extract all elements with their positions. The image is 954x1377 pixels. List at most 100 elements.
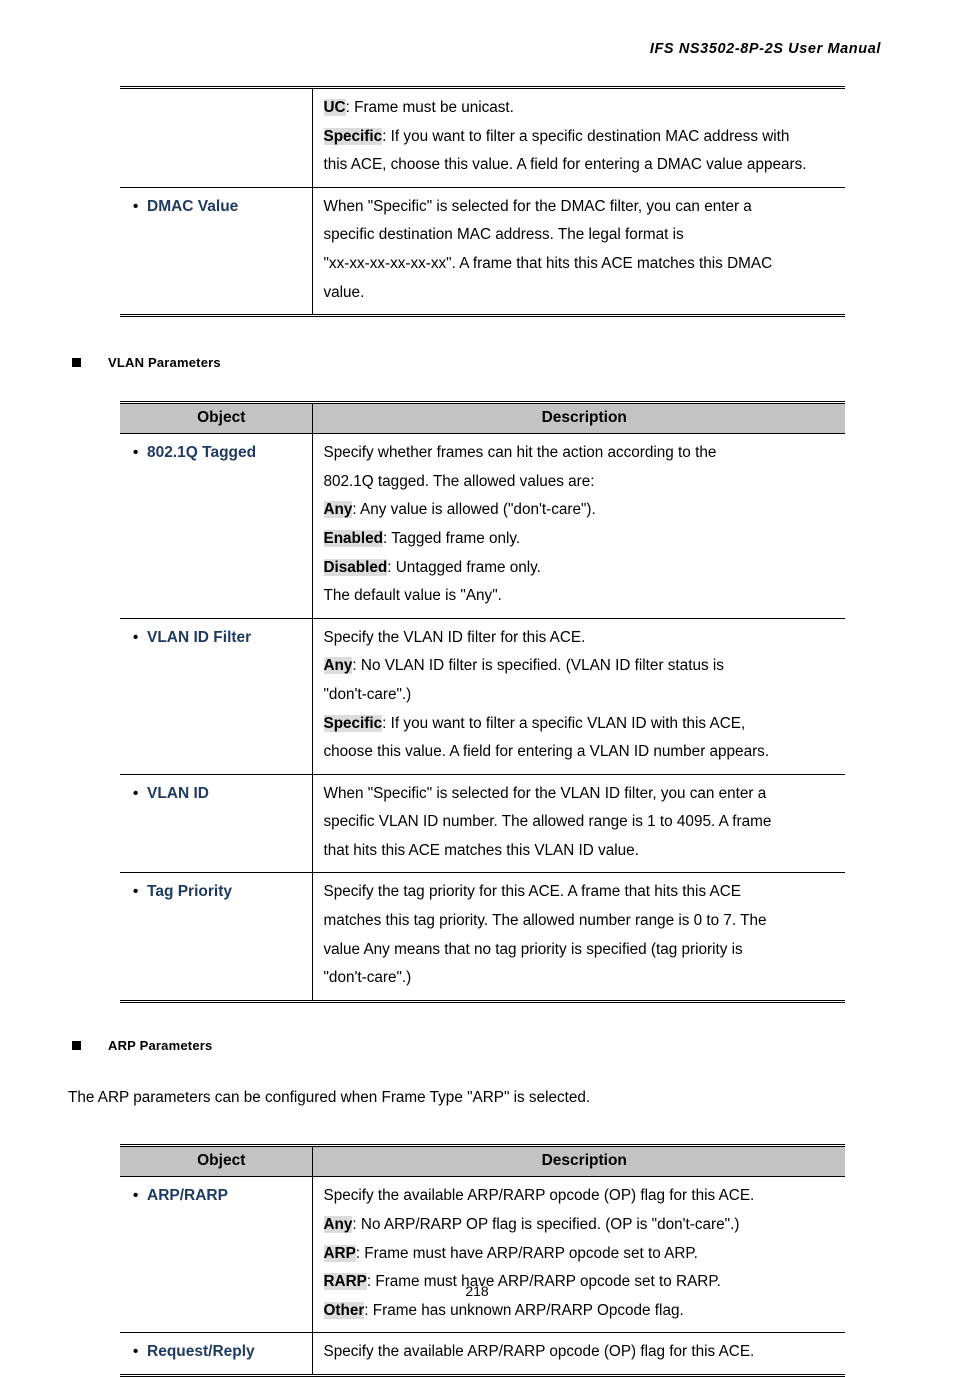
object-label-item: • VLAN ID Filter (120, 619, 312, 660)
description-line: choose this value. A field for entering … (323, 743, 770, 761)
description-line: "don't-care".) (323, 685, 412, 703)
vlan-table: Object Description • 802.1Q Tagged Specify… (120, 401, 845, 1003)
description-line: Specific: If you want to filter a specif… (323, 714, 746, 732)
description-line: "don't-care".) (323, 969, 412, 987)
page-content: UC: Frame must be unicast. Specific: If y… (0, 86, 954, 1377)
highlighted-term: Other (323, 1301, 365, 1319)
running-header: IFS NS3502-8P-2S User Manual (649, 41, 881, 57)
object-cell: • Request/Reply (120, 1332, 312, 1376)
description-line: value Any means that no tag priority is … (323, 940, 743, 958)
column-header-description: Description (311, 402, 845, 435)
table-row: • DMAC Value When "Specific" is selected f… (120, 186, 846, 316)
description-text: UC: Frame must be unicast. Specific: If y… (313, 89, 846, 187)
table-row: UC: Frame must be unicast. Specific: If y… (120, 87, 846, 188)
description-line: "xx-xx-xx-xx-xx-xx". A frame that hits t… (323, 254, 773, 272)
description-text: Specify whether frames can hit the actio… (313, 434, 846, 618)
description-line: Specify the VLAN ID filter for this ACE. (323, 628, 586, 646)
table-header-row: Object Description (120, 1145, 845, 1178)
object-label-text: Tag Priority (147, 883, 232, 901)
description-line: that hits this ACE matches this VLAN ID … (323, 841, 639, 859)
description-line: Specific: If you want to filter a specif… (323, 127, 790, 145)
description-cell: Specify the available ARP/RARP opcode (O… (311, 1332, 846, 1376)
section-heading-arp-label: ARP Parameters (108, 1037, 213, 1053)
dmac-table-wrapper: UC: Frame must be unicast. Specific: If y… (120, 86, 846, 318)
description-line: 802.1Q tagged. The allowed values are: (323, 472, 595, 490)
description-line: value. (323, 283, 365, 301)
object-label-item: • VLAN ID (120, 775, 312, 816)
table-header-row: Object Description (120, 402, 845, 435)
section-heading-vlan-label: VLAN Parameters (108, 355, 221, 371)
round-bullet-icon: • (133, 1343, 139, 1361)
table-row: • VLAN ID When "Specific" is selected for … (120, 773, 845, 873)
description-line: matches this tag priority. The allowed n… (323, 912, 767, 930)
square-bullet-icon (72, 358, 81, 368)
description-text: Specify the available ARP/RARP opcode (O… (313, 1177, 846, 1332)
object-label-text: VLAN ID Filter (147, 628, 252, 646)
description-cell: Specify the tag priority for this ACE. A… (311, 872, 846, 1002)
round-bullet-icon: • (133, 1187, 139, 1205)
highlighted-term: Any (323, 1216, 353, 1234)
description-text: When "Specific" is selected for the DMAC… (313, 188, 846, 314)
highlighted-term: Any (323, 657, 353, 675)
square-bullet-icon (72, 1040, 81, 1050)
highlighted-term: Specific (323, 714, 383, 732)
description-cell: Specify whether frames can hit the actio… (311, 433, 846, 619)
description-line: Any: No VLAN ID filter is specified. (VL… (323, 657, 724, 675)
table-row: • 802.1Q Tagged Specify whether frames can… (120, 433, 846, 619)
description-line: When "Specific" is selected for the VLAN… (323, 784, 767, 802)
object-label-text: ARP/RARP (147, 1187, 228, 1205)
round-bullet-icon: • (133, 883, 139, 901)
description-line: specific destination MAC address. The le… (323, 226, 684, 244)
description-line: UC: Frame must be unicast. (323, 99, 514, 116)
highlighted-term: Specific (323, 127, 383, 145)
highlighted-term: Enabled (323, 529, 383, 547)
description-line: Specify the tag priority for this ACE. A… (323, 883, 741, 901)
object-label-item: • ARP/RARP (120, 1177, 312, 1218)
arp-table-body: • ARP/RARP Specify the available ARP/RARP … (120, 1176, 846, 1376)
description-line: Any: Any value is allowed ("don't-care")… (323, 501, 596, 519)
description-line: Specify the available ARP/RARP opcode (O… (323, 1343, 755, 1361)
object-label-item: • Request/Reply (120, 1333, 312, 1374)
round-bullet-icon: • (133, 784, 139, 802)
dmac-table: UC: Frame must be unicast. Specific: If y… (120, 86, 846, 318)
highlighted-term: UC (323, 99, 346, 116)
round-bullet-icon: • (133, 628, 139, 646)
arp-intro-paragraph: The ARP parameters can be configured whe… (68, 1088, 591, 1106)
object-cell: • ARP/RARP (120, 1177, 312, 1333)
page-number: 218 (465, 1283, 489, 1299)
description-text: Specify the available ARP/RARP opcode (O… (313, 1333, 846, 1374)
table-row: • Tag Priority Specify the tag priority fo… (120, 872, 846, 1002)
object-label-text: DMAC Value (147, 197, 239, 215)
description-line: Disabled: Untagged frame only. (323, 558, 541, 576)
vlan-table-wrapper: Object Description • 802.1Q Tagged Specify… (120, 401, 845, 1003)
description-line: Other: Frame has unknown ARP/RARP Opcode… (323, 1301, 684, 1319)
object-label-text: 802.1Q Tagged (147, 444, 257, 462)
object-label-item: • Tag Priority (120, 873, 312, 914)
column-header-object: Object (120, 402, 312, 435)
table-row: • VLAN ID Filter Specify the VLAN ID filte… (120, 617, 845, 775)
arp-table-wrapper: Object Description • ARP/RARP Specify the … (120, 1144, 845, 1377)
description-cell: UC: Frame must be unicast. Specific: If y… (311, 87, 846, 188)
object-cell: • VLAN ID Filter (120, 617, 312, 775)
arp-table: Object Description • ARP/RARP Specify the … (120, 1144, 845, 1377)
description-cell: When "Specific" is selected for the DMAC… (311, 186, 846, 316)
column-header-object: Object (120, 1145, 312, 1178)
description-line: ARP: Frame must have ARP/RARP opcode set… (323, 1244, 698, 1262)
vlan-table-head: Object Description (120, 402, 845, 435)
description-line: When "Specific" is selected for the DMAC… (323, 197, 752, 215)
section-heading-vlan: VLAN Parameters (72, 355, 954, 370)
object-label-item: • DMAC Value (120, 188, 312, 229)
object-label-text: VLAN ID (147, 784, 209, 802)
round-bullet-icon: • (133, 197, 139, 215)
object-cell: • DMAC Value (120, 186, 312, 316)
table-row: • Request/Reply Specify the available ARP/… (120, 1332, 846, 1376)
object-cell-empty (120, 89, 312, 101)
description-cell: When "Specific" is selected for the VLAN… (311, 773, 845, 873)
vlan-table-body: • 802.1Q Tagged Specify whether frames can… (120, 433, 846, 1002)
column-header-description: Description (311, 1145, 845, 1178)
object-label-text: Request/Reply (147, 1343, 255, 1361)
highlighted-term: Any (323, 501, 353, 519)
description-text: Specify the tag priority for this ACE. A… (313, 873, 846, 999)
object-cell: • VLAN ID (120, 773, 312, 873)
arp-table-head: Object Description (120, 1145, 845, 1178)
